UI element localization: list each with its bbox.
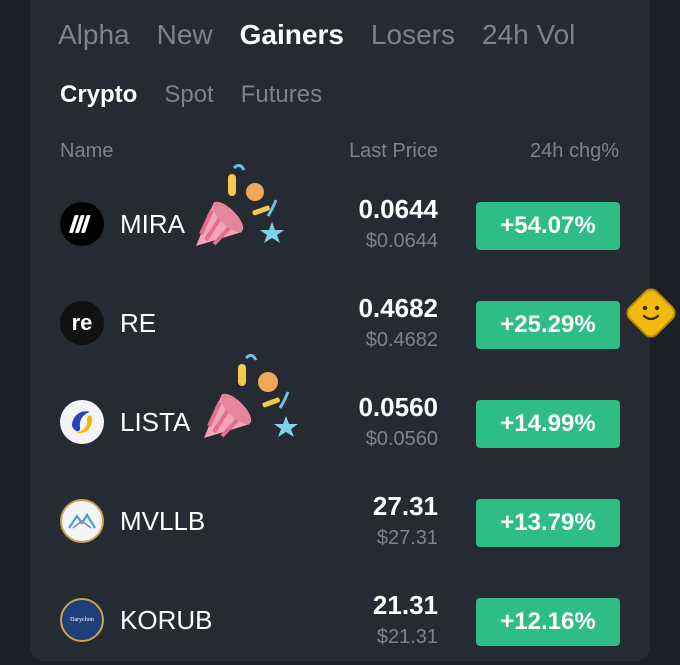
last-price: 0.4682 (358, 293, 438, 323)
market-tabs: Alpha New Gainers Losers 24h Vol (58, 12, 620, 60)
tab-gainers[interactable]: Gainers (240, 12, 344, 58)
mvllb-logo-icon (60, 499, 104, 543)
change-badge[interactable]: +14.99% (476, 400, 620, 448)
subtab-spot[interactable]: Spot (164, 78, 213, 112)
table-row[interactable]: MIRA 0.0644 $0.0644 +54.07% (30, 170, 650, 269)
table-row[interactable]: re RE 0.4682 $0.4682 +25.29% (30, 269, 650, 368)
coin-symbol: MVLLB (120, 506, 206, 536)
column-header-24h-change[interactable]: 24h chg% (530, 138, 619, 164)
coin-symbol: MIRA (120, 209, 185, 239)
coin-symbol: KORUB (120, 605, 213, 635)
change-badge[interactable]: +12.16% (476, 598, 620, 646)
last-price-usd: $27.31 (376, 527, 438, 549)
coin-symbol: RE (120, 308, 157, 338)
last-price: 0.0644 (358, 194, 438, 224)
subtab-futures[interactable]: Futures (241, 78, 322, 112)
party-popper-icon (204, 353, 298, 438)
korub-logo-icon: Darychon (60, 598, 104, 642)
last-price-usd: $21.31 (376, 626, 438, 648)
coin-symbol: LISTA (120, 407, 191, 437)
tab-alpha[interactable]: Alpha (58, 12, 130, 58)
last-price: 27.31 (372, 491, 438, 521)
tab-losers[interactable]: Losers (371, 12, 455, 58)
mira-logo-icon (60, 202, 104, 246)
column-header-name[interactable]: Name (60, 138, 113, 164)
last-price-usd: $0.4682 (365, 329, 438, 351)
table-row[interactable]: MVLLB 27.31 $27.31 +13.79% (30, 467, 650, 566)
re-logo-icon: re (60, 301, 104, 345)
lista-logo-icon (60, 400, 104, 444)
last-price: 21.31 (372, 590, 438, 620)
last-price: 0.0560 (358, 392, 438, 422)
smiley-face-icon[interactable] (620, 282, 680, 344)
subtab-crypto[interactable]: Crypto (60, 78, 137, 112)
column-header-last-price[interactable]: Last Price (349, 138, 438, 164)
last-price-usd: $0.0560 (365, 428, 438, 450)
change-badge[interactable]: +13.79% (476, 499, 620, 547)
last-price-usd: $0.0644 (365, 230, 438, 252)
table-row[interactable]: Darychon KORUB 21.31 $21.31 +12.16% (30, 566, 650, 665)
change-badge[interactable]: +54.07% (476, 202, 620, 250)
party-popper-icon (196, 163, 284, 246)
tab-new[interactable]: New (157, 12, 213, 58)
change-badge[interactable]: +25.29% (476, 301, 620, 349)
table-row[interactable]: LISTA 0.0560 $0.0560 +14.99% (30, 368, 650, 467)
tab-24h-vol[interactable]: 24h Vol (482, 12, 575, 58)
asset-type-tabs: Crypto Spot Futures (60, 78, 349, 112)
